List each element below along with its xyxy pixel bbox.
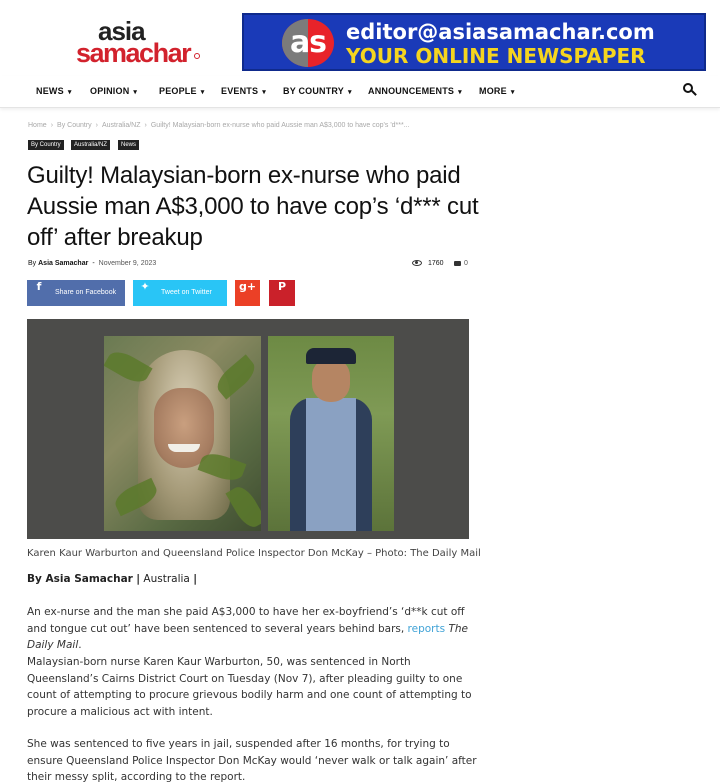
article-byline: By Asia Samachar | Australia | [27, 573, 197, 585]
tag-by-country[interactable]: By Country [28, 140, 64, 150]
share-facebook-button[interactable]: f Share on Facebook [27, 280, 125, 306]
comment-count[interactable]: 0 [454, 260, 468, 267]
byline-separator: | [136, 573, 141, 585]
share-twitter-button[interactable]: ✦ Tweet on Twitter [133, 280, 227, 306]
chevron-down-icon: ▾ [262, 89, 266, 96]
view-count: 1760 [412, 260, 444, 267]
publish-date: November 9, 2023 [98, 260, 157, 267]
logo-word-samachar: samachar [76, 38, 192, 68]
share-pinterest-button[interactable]: P [269, 280, 295, 306]
article-title: Guilty! Malaysian-born ex-nurse who paid… [27, 162, 479, 251]
photo-woman [104, 336, 261, 531]
share-googleplus-button[interactable]: g+ [235, 280, 260, 306]
chevron-down-icon: ▾ [348, 89, 352, 96]
byline-author: By Asia Samachar [27, 573, 133, 585]
byline-separator: | [193, 573, 198, 585]
image-caption: Karen Kaur Warburton and Queensland Poli… [27, 548, 481, 559]
chevron-down-icon: ▾ [67, 89, 72, 96]
breadcrumb-separator-icon: › [50, 122, 54, 129]
breadcrumb-current: Guilty! Malaysian-born ex-nurse who paid… [150, 122, 410, 129]
breadcrumb-home[interactable]: Home [28, 122, 47, 129]
comment-icon [454, 260, 461, 266]
chevron-down-icon: ▾ [510, 89, 515, 96]
author-link[interactable]: Asia Samachar [38, 260, 88, 267]
nav-item-announcements[interactable]: ANNOUNCEMENTS ▾ [368, 86, 462, 96]
reports-link[interactable]: reports [408, 623, 446, 635]
photo-police-officer [268, 336, 394, 531]
byline-place: Australia [143, 573, 190, 585]
registered-mark-icon [194, 53, 200, 59]
twitter-icon: ✦ [140, 280, 150, 293]
eye-icon [412, 260, 422, 267]
chevron-down-icon: ▾ [200, 89, 205, 96]
chevron-down-icon: ▾ [458, 89, 462, 96]
facebook-icon: f [36, 280, 42, 293]
breadcrumb-separator-icon: › [95, 122, 98, 129]
search-icon[interactable] [683, 83, 697, 97]
breadcrumb-separator-icon: › [144, 122, 147, 129]
banner-tagline: YOUR ONLINE NEWSPAPER [346, 44, 646, 68]
featured-image[interactable] [27, 319, 469, 539]
nav-item-news[interactable]: NEWS ▾ [36, 86, 72, 96]
googleplus-icon: g+ [238, 280, 257, 293]
pinterest-icon: P [277, 280, 287, 293]
banner-email: editor@asiasamachar.com [346, 20, 655, 44]
header-banner-ad[interactable]: as editor@asiasamachar.com YOUR ONLINE N… [242, 13, 706, 71]
article-paragraph: She was sentenced to five years in jail,… [27, 738, 477, 783]
tag-news[interactable]: News [118, 140, 140, 150]
breadcrumb-australia-nz[interactable]: Australia/NZ [102, 122, 141, 129]
main-nav: NEWS ▾ OPINION ▾ PEOPLE ▾ EVENTS ▾ BY COUNTR… [0, 76, 720, 108]
breadcrumb: Home › By Country › Australia/NZ › Guilty! Mal… [28, 122, 410, 129]
chevron-down-icon: ▾ [133, 89, 138, 96]
nav-item-events[interactable]: EVENTS ▾ [221, 86, 266, 96]
tag-australia-nz[interactable]: Australia/NZ [71, 140, 111, 150]
nav-item-people[interactable]: PEOPLE ▾ [159, 86, 204, 96]
article-paragraph: An ex-nurse and the man she paid A$3,000… [27, 606, 468, 651]
author-prefix: By [28, 260, 37, 267]
nav-item-more[interactable]: MORE ▾ [479, 86, 515, 96]
nav-item-opinion[interactable]: OPINION ▾ [90, 86, 137, 96]
article-paragraph: Malaysian-born nurse Karen Kaur Warburto… [27, 656, 472, 718]
banner-logo-mark: as [282, 19, 334, 67]
article-meta: By Asia Samachar - November 9, 2023 [28, 260, 157, 267]
nav-item-by-country[interactable]: BY COUNTRY ▾ [283, 86, 352, 96]
site-logo[interactable]: asia samachar [76, 16, 206, 68]
breadcrumb-by-country[interactable]: By Country [57, 122, 92, 129]
